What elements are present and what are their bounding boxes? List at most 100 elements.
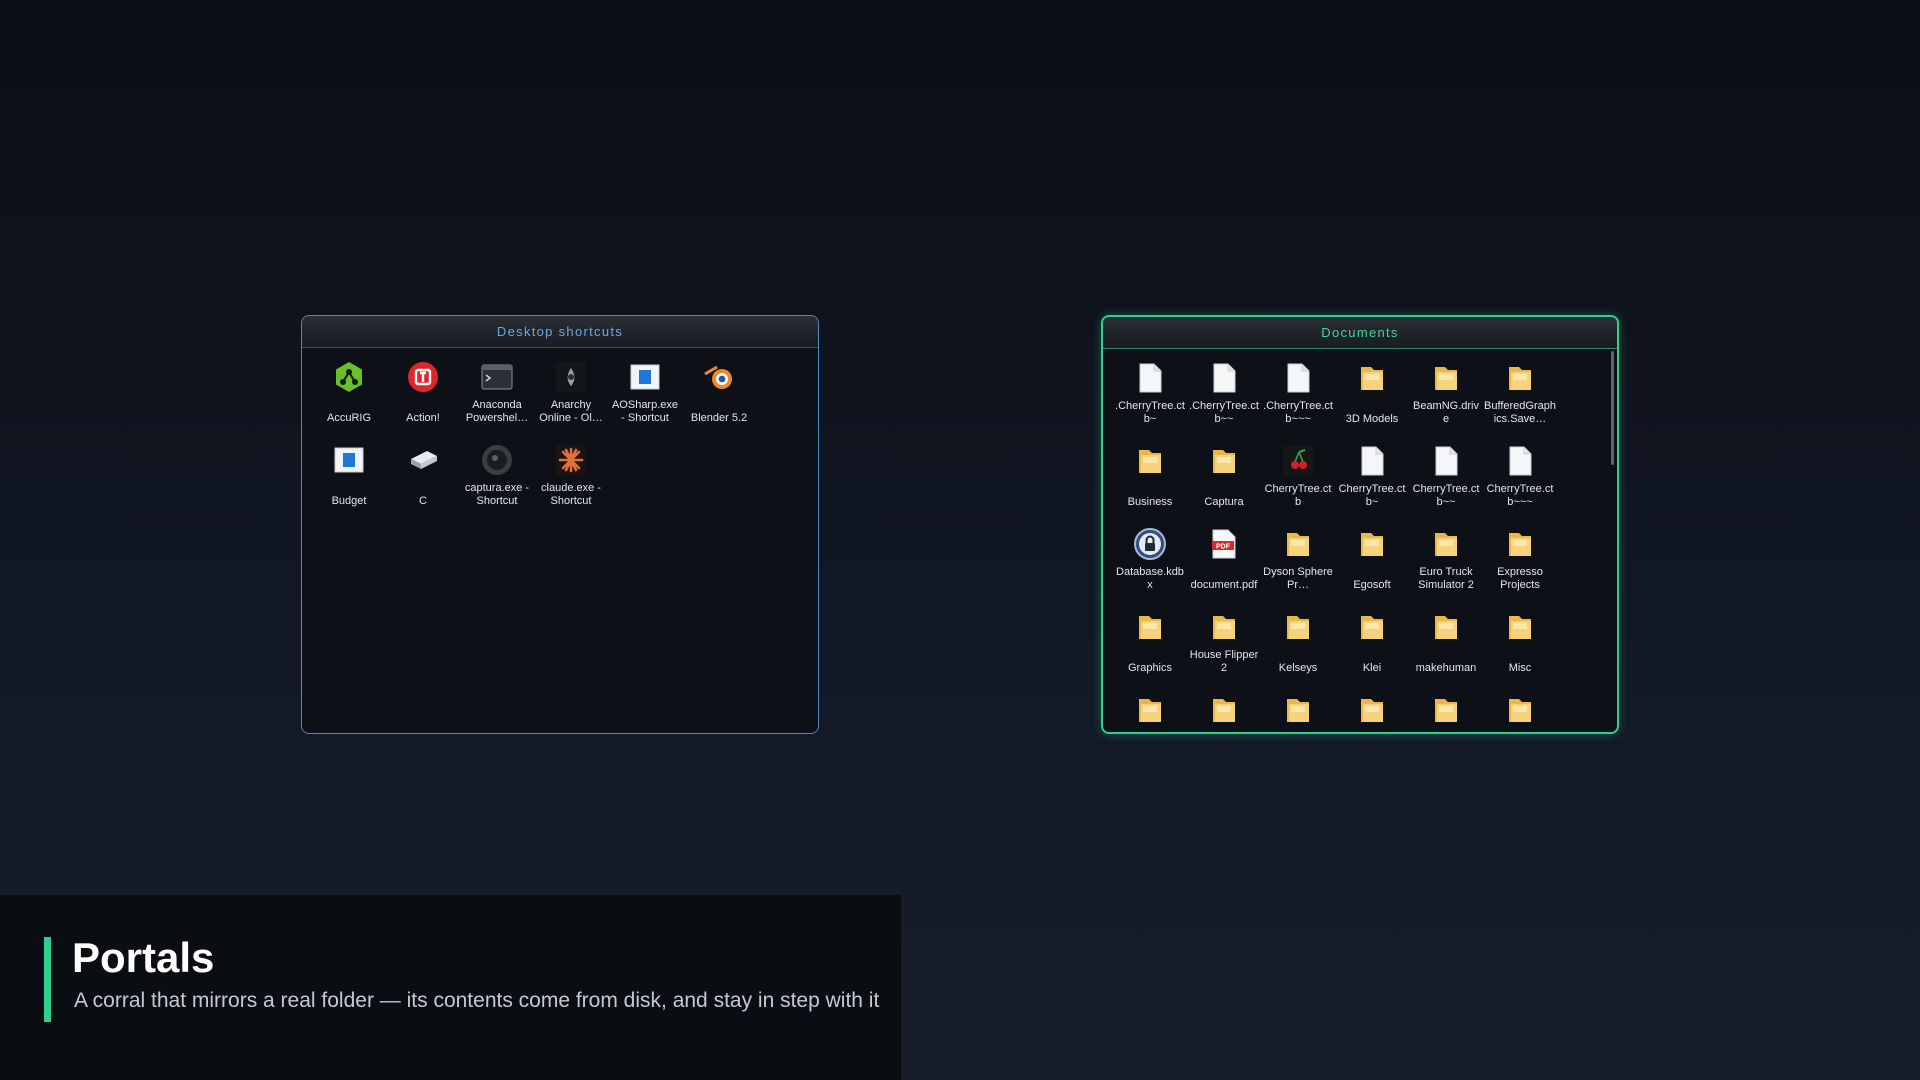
item-label: Captura	[1204, 496, 1244, 508]
item-label: Euro Truck Simulator 2	[1418, 566, 1474, 591]
scrollbar[interactable]	[1611, 351, 1614, 465]
fence-item[interactable]: .CherryTree.ctb~~	[1187, 361, 1261, 444]
fence-item[interactable]: .CherryTree.ctb~~~	[1261, 361, 1335, 444]
folder-icon	[1207, 693, 1241, 727]
fence-item[interactable]: Expresso Projects	[1483, 527, 1557, 610]
fence-item[interactable]: C	[386, 443, 460, 526]
file-icon	[1281, 361, 1315, 395]
fence-item[interactable]: House Flipper 2	[1187, 610, 1261, 693]
caption-accent-bar	[44, 937, 51, 1022]
anarchy-online-icon	[554, 360, 588, 394]
fence-item[interactable]: Database.kdbx	[1113, 527, 1187, 610]
folder-icon	[1429, 693, 1463, 727]
item-label	[1114, 732, 1186, 734]
item-label: Anaconda Powershel…	[465, 399, 529, 424]
item-label: CherryTree.ctb~~~	[1486, 483, 1554, 508]
folder-icon	[1503, 361, 1537, 395]
claude-icon	[554, 443, 588, 477]
folder-icon	[1355, 610, 1389, 644]
fence-title[interactable]: Desktop shortcuts	[302, 316, 818, 348]
fence-item[interactable]: CherryTree.ctb~~	[1409, 444, 1483, 527]
item-label: Blender 5.2	[690, 412, 748, 424]
fence-item[interactable]: claude.exe - Shortcut	[534, 443, 608, 526]
folder-icon	[1355, 361, 1389, 395]
keepass-icon	[1133, 527, 1167, 561]
fence-item[interactable]: AOSharp.exe - Shortcut	[608, 360, 682, 443]
fence-title[interactable]: Documents	[1103, 317, 1617, 349]
fence-item[interactable]	[1409, 693, 1483, 732]
item-label: .CherryTree.ctb~~~	[1263, 400, 1333, 425]
fence-item[interactable]: Budget	[312, 443, 386, 526]
fence-item[interactable]: captura.exe - Shortcut	[460, 443, 534, 526]
fence-item[interactable]: Misc	[1483, 610, 1557, 693]
fence-item[interactable]: Anarchy Online - Ol…	[534, 360, 608, 443]
fence-item[interactable]: Klei	[1335, 610, 1409, 693]
fence-item[interactable]: PDF document.pdf	[1187, 527, 1261, 610]
item-label: captura.exe - Shortcut	[464, 482, 530, 507]
svg-text:PDF: PDF	[1216, 544, 1231, 551]
file-icon	[1355, 444, 1389, 478]
folder-icon	[1133, 610, 1167, 644]
folder-icon	[1503, 610, 1537, 644]
file-icon	[1133, 361, 1167, 395]
caption-subtitle: A corral that mirrors a real folder — it…	[74, 989, 880, 1012]
item-label: Action!	[406, 412, 440, 424]
item-label: Anarchy Online - Ol…	[539, 399, 603, 424]
fence-item[interactable]: makehuman	[1409, 610, 1483, 693]
fence-item[interactable]: Euro Truck Simulator 2	[1409, 527, 1483, 610]
fence-item[interactable]	[1187, 693, 1261, 734]
file-icon	[1207, 361, 1241, 395]
fence-item[interactable]: CherryTree.ctb~~~	[1483, 444, 1557, 527]
fence-item[interactable]: Dyson Sphere Pr…	[1261, 527, 1335, 610]
fence-item[interactable]: 3D Models	[1335, 361, 1409, 444]
accurig-icon	[332, 360, 366, 394]
documents-portal-fence[interactable]: Documents .CherryTree.ctb~ .CherryTree.ct…	[1101, 315, 1619, 734]
fence-item[interactable]: CherryTree.ctb~	[1335, 444, 1409, 527]
fence-item[interactable]	[1113, 693, 1187, 734]
folder-icon	[1429, 527, 1463, 561]
fence-item[interactable]: CherryTree.ctb	[1261, 444, 1335, 527]
item-label: .CherryTree.ctb~	[1115, 400, 1185, 425]
item-label: BufferedGraphics.Save…	[1484, 400, 1556, 425]
fence-item[interactable]	[1261, 693, 1335, 732]
fence-item[interactable]: Blender 5.2	[682, 360, 756, 443]
fence-item[interactable]: Egosoft	[1335, 527, 1409, 610]
fence-item[interactable]: BeamNG.drive	[1409, 361, 1483, 444]
item-label	[1484, 732, 1556, 734]
item-label: Business	[1127, 496, 1173, 508]
item-label: Egosoft	[1353, 579, 1391, 591]
item-label	[1336, 732, 1408, 734]
captura-icon	[480, 443, 514, 477]
fence-item[interactable]: Captura	[1187, 444, 1261, 527]
item-label: BeamNG.drive	[1412, 400, 1480, 425]
folder-icon	[1133, 693, 1167, 727]
item-label: CherryTree.ctb	[1264, 483, 1332, 508]
fence-grid: AccuRIG Action! Anaconda Powershel… Anarchy…	[312, 360, 756, 526]
item-label: Misc	[1508, 662, 1532, 674]
fence-item[interactable]: Action!	[386, 360, 460, 443]
folder-icon	[1429, 361, 1463, 395]
app-window-icon	[332, 443, 366, 477]
fence-item[interactable]: Business	[1113, 444, 1187, 527]
fence-item[interactable]: .CherryTree.ctb~	[1113, 361, 1187, 444]
fence-item[interactable]: BufferedGraphics.Save…	[1483, 361, 1557, 444]
blender-icon	[702, 360, 736, 394]
folder-icon	[1503, 693, 1537, 727]
item-label: Klei	[1362, 662, 1382, 674]
folder-icon	[1355, 693, 1389, 727]
desktop-shortcuts-fence[interactable]: Desktop shortcuts AccuRIG Action! Anaconda…	[301, 315, 819, 734]
fence-item[interactable]	[1335, 693, 1409, 734]
item-label: AccuRIG	[326, 412, 371, 424]
fence-item[interactable]: Anaconda Powershel…	[460, 360, 534, 443]
fence-item[interactable]: Kelseys	[1261, 610, 1335, 693]
item-label: Dyson Sphere Pr…	[1263, 566, 1333, 591]
item-label: 3D Models	[1345, 413, 1399, 425]
folder-icon	[1503, 527, 1537, 561]
fence-item[interactable]: AccuRIG	[312, 360, 386, 443]
folder-icon	[1207, 444, 1241, 478]
item-label: Graphics	[1127, 662, 1173, 674]
item-label: Kelseys	[1278, 662, 1318, 674]
fence-item[interactable]: Graphics	[1113, 610, 1187, 693]
fence-item[interactable]	[1483, 693, 1557, 734]
item-label	[1188, 732, 1260, 734]
